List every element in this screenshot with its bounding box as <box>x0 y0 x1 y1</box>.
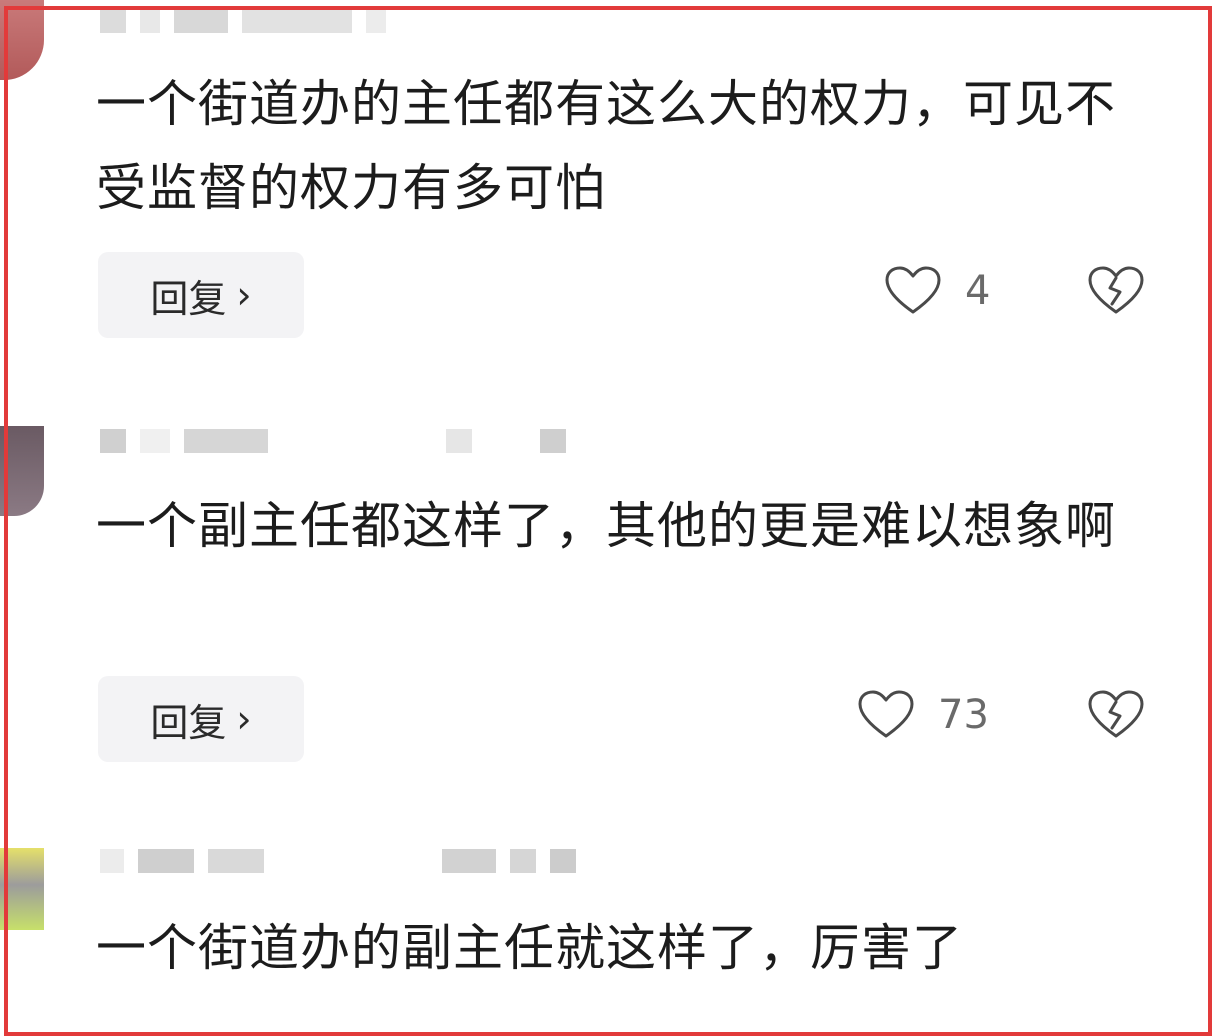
username-block <box>550 849 576 873</box>
username-block <box>208 849 264 873</box>
broken-heart-icon <box>1088 690 1144 738</box>
reply-button[interactable]: 回复 › <box>98 252 304 338</box>
username-block <box>278 849 428 873</box>
dislike-button[interactable] <box>1088 266 1144 320</box>
username-block <box>100 9 126 33</box>
username-blurred <box>100 428 566 454</box>
username-block <box>366 9 386 33</box>
username-block <box>282 429 432 453</box>
username-block <box>140 429 170 453</box>
reply-label: 回复 <box>150 700 227 745</box>
username-block <box>242 9 352 33</box>
heart-outline-icon <box>858 690 914 738</box>
like-count: 4 <box>965 268 991 314</box>
username-block <box>100 429 126 453</box>
avatar[interactable] <box>0 848 44 930</box>
username-block <box>446 429 472 453</box>
reply-label: 回复 <box>150 276 227 321</box>
dislike-button[interactable] <box>1088 690 1144 744</box>
broken-heart-icon <box>1088 266 1144 314</box>
avatar[interactable] <box>0 0 44 80</box>
heart-outline-icon <box>885 266 941 314</box>
username-blurred <box>100 848 576 874</box>
username-block <box>174 9 228 33</box>
reply-button[interactable]: 回复 › <box>98 676 304 762</box>
username-blurred <box>100 8 386 34</box>
username-block <box>540 429 566 453</box>
username-block <box>184 429 268 453</box>
username-block <box>486 429 526 453</box>
avatar[interactable] <box>0 426 44 516</box>
like-button[interactable]: 4 <box>885 266 990 316</box>
comment-text: 一个街道办的主任都有这么大的权力，可见不受监督的权力有多可怕 <box>96 75 1116 217</box>
chevron-right-icon: › <box>236 697 252 741</box>
chevron-right-icon: › <box>236 273 252 317</box>
like-button[interactable]: 73 <box>858 690 989 740</box>
like-count: 73 <box>938 692 989 738</box>
username-block <box>442 849 496 873</box>
comment-text: 一个副主任都这样了，其他的更是难以想象啊 <box>96 497 1116 555</box>
username-block <box>510 849 536 873</box>
comment-text: 一个街道办的副主任就这样了，厉害了 <box>96 919 963 977</box>
username-block <box>138 849 194 873</box>
username-block <box>140 9 160 33</box>
username-block <box>100 849 124 873</box>
